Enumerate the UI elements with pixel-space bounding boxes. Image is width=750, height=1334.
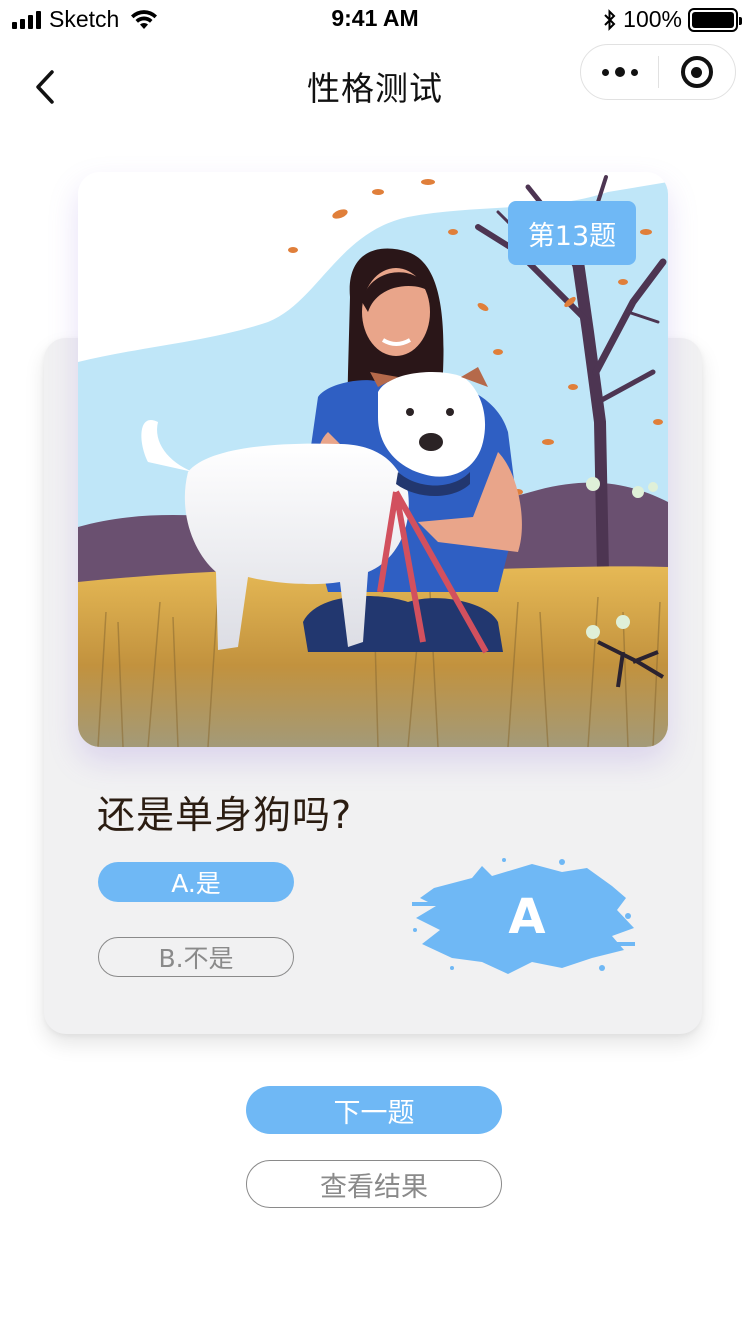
next-question-button[interactable]: 下一题 [246,1086,502,1134]
question-number-badge: 第13题 [508,201,636,265]
status-right: 100% [603,6,742,33]
more-dot-center [614,67,625,77]
close-miniapp-button[interactable] [659,45,735,99]
question-text: 还是单身狗吗? [97,793,353,837]
target-circle-icon [680,56,713,88]
more-button[interactable] [581,45,658,99]
status-bar: Sketch 9:41 AM 100% [0,0,750,40]
battery-icon [688,7,742,32]
nav-bar: 性格测试 [0,44,750,128]
miniapp-capsule [580,44,736,100]
view-result-button[interactable]: 查看结果 [246,1160,502,1208]
more-dot-right [630,68,638,76]
selected-answer-letter: A [508,889,546,945]
option-a-button[interactable]: A.是 [98,862,294,902]
battery-percent: 100% [623,6,682,32]
bluetooth-icon [604,8,616,31]
option-b-button[interactable]: B.不是 [98,937,294,977]
more-dots-icon [601,68,609,76]
